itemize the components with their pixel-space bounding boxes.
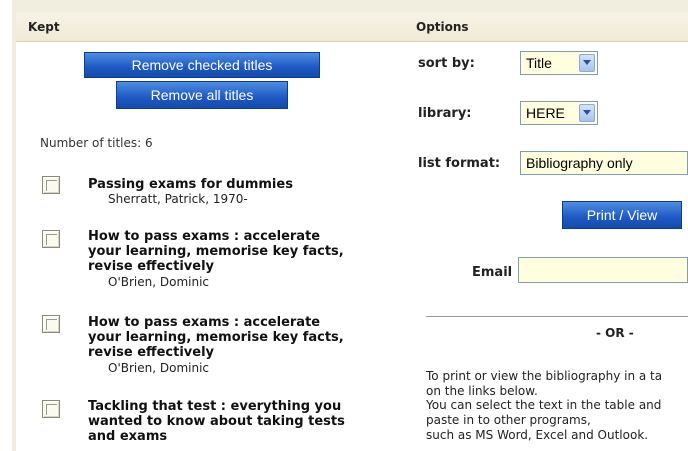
- instructions-line: on the links below.: [426, 384, 538, 398]
- instructions-line: To print or view the bibliography in a t…: [426, 369, 663, 383]
- left-border: [12, 0, 16, 451]
- format-select[interactable]: Bibliography only: [520, 151, 688, 175]
- remove-all-button[interactable]: Remove all titles: [116, 81, 288, 109]
- item-author: O'Brien, Dominic: [108, 361, 210, 375]
- chevron-down-icon[interactable]: [579, 104, 595, 122]
- instructions-line: such as MS Word, Excel and Outlook.: [426, 428, 649, 442]
- item-title[interactable]: How to pass exams : accelerate your lear…: [88, 315, 378, 360]
- item-checkbox[interactable]: [42, 400, 60, 418]
- remove-checked-button[interactable]: Remove checked titles: [84, 52, 320, 78]
- library-label: library:: [418, 106, 472, 121]
- library-select[interactable]: HERE: [520, 101, 598, 125]
- format-select-value: Bibliography only: [526, 155, 633, 171]
- title-count: Number of titles: 6: [40, 136, 153, 150]
- sort-label: sort by:: [418, 56, 475, 71]
- item-title[interactable]: Passing exams for dummies: [88, 177, 378, 192]
- chevron-down-icon[interactable]: [579, 54, 595, 72]
- top-border: [12, 0, 688, 12]
- item-checkbox[interactable]: [42, 315, 60, 333]
- item-checkbox[interactable]: [42, 176, 60, 194]
- library-select-value: HERE: [526, 105, 565, 121]
- email-field[interactable]: [518, 257, 688, 283]
- sort-select[interactable]: Title: [520, 51, 598, 75]
- item-author: O'Brien, Dominic: [108, 275, 210, 289]
- sort-select-value: Title: [526, 55, 552, 71]
- item-title[interactable]: Tackling that test : everything you want…: [88, 399, 378, 444]
- item-checkbox[interactable]: [42, 230, 60, 248]
- instructions-line: You can select the text in the table and: [426, 398, 662, 412]
- options-header: Options: [404, 12, 688, 42]
- kept-header: Kept: [16, 12, 404, 42]
- item-author: Sherratt, Patrick, 1970-: [108, 192, 248, 206]
- divider: [426, 316, 688, 317]
- email-label: Email: [472, 265, 513, 280]
- item-title[interactable]: How to pass exams : accelerate your lear…: [88, 229, 378, 274]
- instructions-line: paste in to other programs,: [426, 413, 591, 427]
- print-view-button[interactable]: Print / View: [562, 201, 682, 229]
- or-separator: - OR -: [596, 326, 634, 340]
- format-label: list format:: [418, 156, 501, 171]
